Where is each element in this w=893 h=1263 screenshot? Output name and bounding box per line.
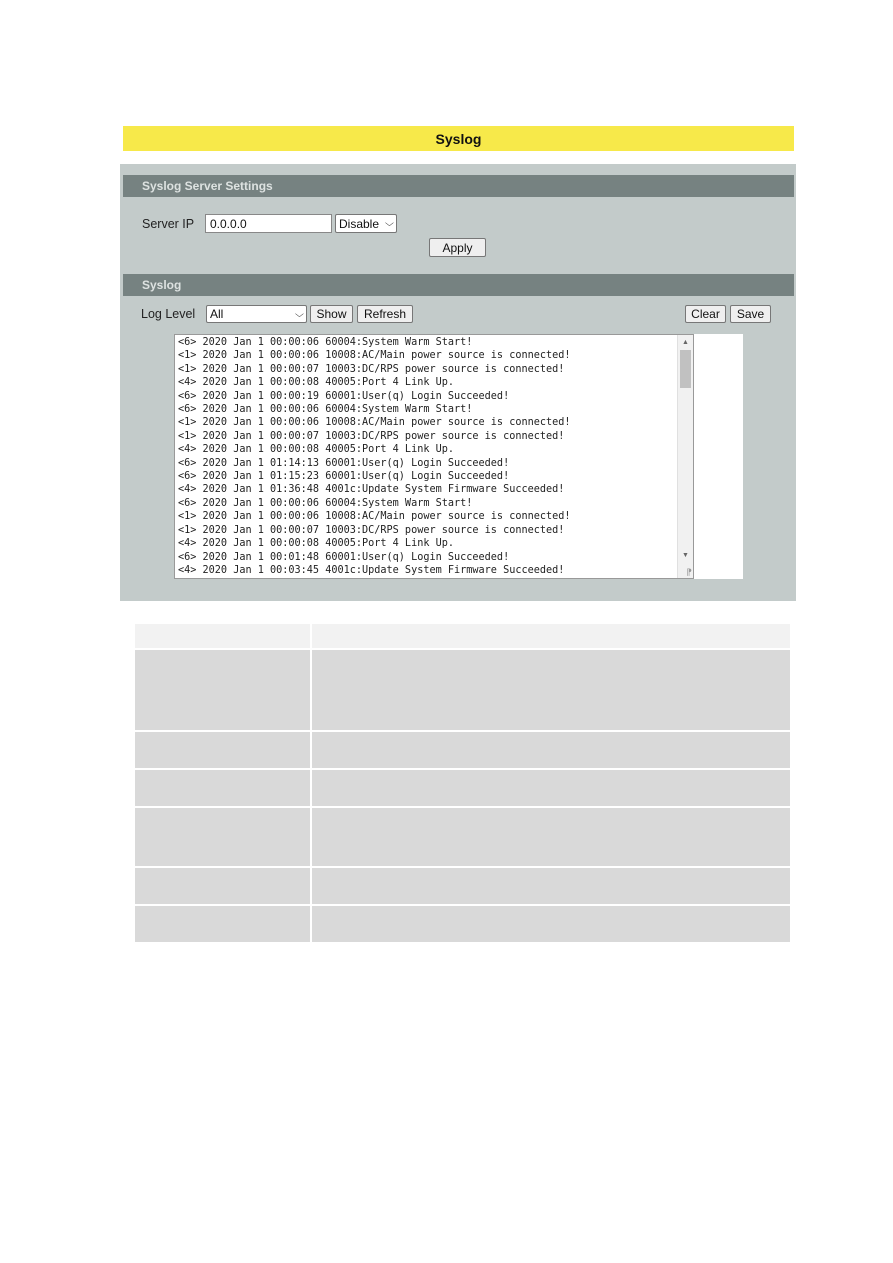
log-line: <6> 2020 Jan 1 00:01:48 60001:User(q) Lo… [178, 551, 510, 563]
log-level-label: Log Level [141, 307, 196, 321]
chevron-down-icon: ⌵ [295, 308, 305, 319]
log-content: <6> 2020 Jan 1 00:00:06 60004:System War… [178, 336, 675, 578]
table-cell [310, 904, 792, 944]
table-cell [310, 622, 792, 650]
page-title-bar: Syslog [123, 126, 794, 151]
clear-button-label: Clear [691, 307, 720, 321]
server-ip-value: 0.0.0.0 [210, 216, 247, 231]
scroll-thumb[interactable] [680, 350, 691, 388]
syslog-panel: Syslog Server Settings Server IP 0.0.0.0… [120, 164, 796, 601]
log-line: <1> 2020 Jan 1 00:00:07 10003:DC/RPS pow… [178, 363, 565, 375]
log-line: <1> 2020 Jan 1 00:00:07 10003:DC/RPS pow… [178, 430, 565, 442]
table-cell [133, 622, 312, 650]
log-scrollbar[interactable]: ▲ ▼ [677, 335, 693, 578]
show-button[interactable]: Show [310, 305, 353, 323]
log-line: <6> 2020 Jan 1 00:00:19 60001:User(q) Lo… [178, 390, 510, 402]
apply-button[interactable]: Apply [429, 238, 486, 257]
log-line: <4> 2020 Jan 1 00:00:08 40005:Port 4 Lin… [178, 444, 455, 456]
log-line: <1> 2020 Jan 1 00:00:07 10003:DC/RPS pow… [178, 524, 565, 536]
scroll-down-icon[interactable]: ▼ [678, 548, 693, 562]
log-line: <4> 2020 Jan 1 00:00:08 40005:Port 4 Lin… [178, 377, 455, 389]
log-line: <1> 2020 Jan 1 00:00:06 10008:AC/Main po… [178, 350, 571, 362]
server-ip-label: Server IP [142, 217, 195, 231]
server-mode-select[interactable]: Disable ⌵ [335, 214, 397, 233]
log-area-background [694, 334, 743, 579]
log-line: <6> 2020 Jan 1 01:14:13 60001:User(q) Lo… [178, 457, 510, 469]
server-settings-title: Syslog Server Settings [142, 179, 273, 193]
refresh-button[interactable]: Refresh [357, 305, 413, 323]
description-table [133, 622, 792, 944]
table-cell [133, 648, 312, 732]
log-line: <4> 2020 Jan 1 01:36:48 4001c:Update Sys… [178, 484, 565, 496]
log-line: <4> 2020 Jan 1 00:03:45 4001c:Update Sys… [178, 564, 565, 576]
syslog-header: Syslog [123, 274, 794, 296]
table-header-row [133, 622, 792, 650]
table-cell [310, 866, 792, 906]
scroll-up-icon[interactable]: ▲ [678, 335, 693, 349]
table-cell [310, 768, 792, 808]
log-level-selected: All [210, 307, 224, 321]
table-cell [133, 730, 312, 770]
apply-button-label: Apply [442, 240, 473, 255]
log-line: <6> 2020 Jan 1 00:00:06 60004:System War… [178, 337, 473, 348]
show-button-label: Show [316, 307, 347, 321]
server-settings-header: Syslog Server Settings [123, 175, 794, 197]
table-row [133, 866, 792, 906]
log-line: <6> 2020 Jan 1 01:15:23 60001:User(q) Lo… [178, 471, 510, 483]
table-row [133, 768, 792, 808]
table-cell [133, 866, 312, 906]
resize-grip-icon[interactable]: ⁋ [680, 565, 692, 577]
log-line: <6> 2020 Jan 1 00:00:06 60004:System War… [178, 404, 473, 416]
table-cell [310, 648, 792, 732]
table-row [133, 806, 792, 868]
save-button[interactable]: Save [730, 305, 771, 323]
server-ip-input[interactable]: 0.0.0.0 [205, 214, 332, 233]
refresh-button-label: Refresh [363, 307, 407, 321]
table-cell [310, 730, 792, 770]
log-line: <1> 2020 Jan 1 00:00:06 10008:AC/Main po… [178, 511, 571, 523]
table-cell [310, 806, 792, 868]
table-cell [133, 806, 312, 868]
log-line: <6> 2020 Jan 1 00:00:06 60004:System War… [178, 497, 473, 509]
table-row [133, 904, 792, 944]
server-mode-selected: Disable [339, 216, 380, 231]
log-line: <1> 2020 Jan 1 00:00:06 10008:AC/Main po… [178, 417, 571, 429]
log-line: <4> 2020 Jan 1 00:00:08 40005:Port 4 Lin… [178, 538, 455, 550]
log-textarea[interactable]: <6> 2020 Jan 1 00:00:06 60004:System War… [174, 334, 694, 579]
table-cell [133, 904, 312, 944]
table-row [133, 730, 792, 770]
clear-button[interactable]: Clear [685, 305, 726, 323]
table-row [133, 648, 792, 732]
syslog-title: Syslog [142, 278, 182, 292]
save-button-label: Save [736, 307, 765, 321]
log-level-select[interactable]: All ⌵ [206, 305, 307, 323]
table-cell [133, 768, 312, 808]
page-title: Syslog [435, 130, 482, 147]
chevron-down-icon: ⌵ [385, 218, 395, 228]
